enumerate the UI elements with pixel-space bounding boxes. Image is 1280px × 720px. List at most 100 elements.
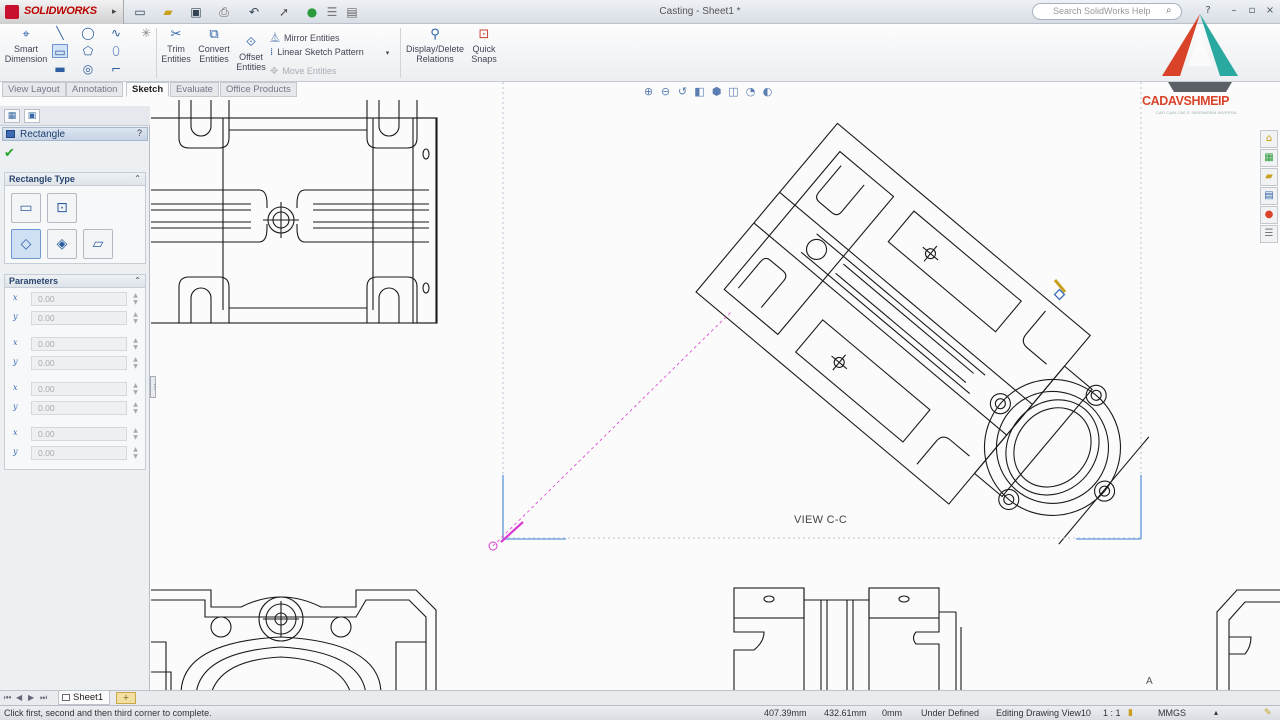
brand-tagline: CAD CAM CAE E INGENIERIA INVERSA	[1156, 110, 1237, 115]
parameter-input[interactable]: 0.00	[31, 427, 127, 441]
design-library-icon[interactable]: ▦	[1260, 149, 1278, 167]
line-icon[interactable]: ╲	[52, 26, 68, 40]
drawing-canvas[interactable]	[151, 82, 1280, 691]
parameter-input[interactable]: 0.00	[31, 292, 127, 306]
center-rectangle-button[interactable]: ⊡	[47, 193, 77, 223]
previous-view-icon[interactable]: ↺	[674, 85, 691, 98]
offset-entities-button[interactable]: ⟐ Offset Entities	[234, 36, 268, 73]
spin-arrows-icon[interactable]: ▲ ▼	[131, 292, 140, 306]
dropdown-arrow-icon[interactable]: ▾	[386, 50, 390, 57]
menu-flyout-icon[interactable]: ▸	[112, 6, 117, 17]
new-document-icon[interactable]: ▭	[132, 4, 148, 20]
spin-arrows-icon[interactable]: ▲ ▼	[131, 337, 140, 351]
text-tool-icon[interactable]: ⌐	[108, 62, 124, 76]
drawing-view-top-left	[151, 100, 438, 324]
parameter-input[interactable]: 0.00	[31, 382, 127, 396]
point-icon[interactable]: ✳	[138, 26, 154, 40]
view-palette-icon[interactable]: ▤	[1260, 187, 1278, 205]
solidworks-resources-icon[interactable]: ⌂	[1260, 130, 1278, 148]
ellipse-icon[interactable]: ⬯	[108, 44, 124, 58]
property-manager-tab-icon[interactable]: ▣	[24, 109, 40, 123]
options-icon[interactable]: ▤	[344, 4, 360, 20]
parameter-input[interactable]: 0.00	[31, 401, 127, 415]
parameter-row: x 0.00 ▲ ▼	[7, 336, 143, 352]
spline-icon[interactable]: ∿	[108, 26, 124, 40]
help-button[interactable]: ?	[137, 128, 142, 138]
quick-snaps-button[interactable]: ⊡ Quick Snaps	[468, 28, 500, 65]
spin-arrows-icon[interactable]: ▲ ▼	[131, 356, 140, 370]
apply-scene-icon[interactable]: ◐	[759, 85, 776, 98]
close-icon[interactable]: ×	[1262, 4, 1278, 18]
view-orientation-icon[interactable]: ⬢	[708, 85, 725, 98]
display-style-icon[interactable]: ◫	[725, 85, 742, 98]
mirror-entities-button[interactable]: ⏅ Mirror Entities	[270, 29, 340, 44]
rebuild-status-icon[interactable]: ▮	[1128, 706, 1133, 720]
task-pane: ⌂ ▦ ▰ ▤ ● ☰	[1260, 130, 1280, 244]
rebuild-icon[interactable]: ●	[304, 4, 320, 20]
convert-entities-button[interactable]: ⧉ Convert Entities	[196, 28, 232, 65]
spin-arrows-icon[interactable]: ▲ ▼	[131, 446, 140, 460]
three-point-center-rectangle-button[interactable]: ◈	[47, 229, 77, 259]
spin-arrows-icon[interactable]: ▲ ▼	[131, 427, 140, 441]
parameter-input[interactable]: 0.00	[31, 356, 127, 370]
slot-icon[interactable]: ▬	[52, 62, 68, 76]
smart-dimension-button[interactable]: ⌖ Smart Dimension	[4, 28, 48, 65]
spin-arrows-icon[interactable]: ▲ ▼	[131, 311, 140, 325]
collapse-icon[interactable]: ⌃	[134, 173, 141, 185]
rectangle-type-label: Rectangle Type	[9, 174, 75, 184]
drawing-view-section-c-c	[695, 122, 1150, 545]
collapse-icon[interactable]: ⌃	[134, 275, 141, 287]
status-units[interactable]: MMGS	[1158, 706, 1186, 720]
file-properties-icon[interactable]: ☰	[324, 4, 340, 20]
fillet-icon[interactable]: ◎	[80, 62, 96, 76]
parameter-input[interactable]: 0.00	[31, 446, 127, 460]
rectangle-icon[interactable]: ▭	[52, 44, 68, 59]
customize-status-icon[interactable]: ✎	[1264, 706, 1272, 720]
polygon-icon[interactable]: ⬠	[80, 44, 96, 58]
display-delete-relations-button[interactable]: ⚲ Display/Delete Relations	[404, 28, 466, 65]
feature-manager-tab-icon[interactable]: ▦	[4, 109, 20, 123]
units-menu-icon[interactable]: ▴	[1214, 706, 1218, 720]
file-explorer-icon[interactable]: ▰	[1260, 168, 1278, 186]
tab-view-layout[interactable]: View Layout	[2, 82, 66, 97]
zoom-to-fit-icon[interactable]: ⊕	[640, 85, 657, 98]
section-view-icon[interactable]: ◧	[691, 85, 708, 98]
circle-icon[interactable]: ◯	[80, 26, 96, 40]
parameter-axis-label: x	[13, 338, 18, 347]
rectangle-type-header[interactable]: Rectangle Type ⌃	[5, 173, 145, 186]
parameter-input[interactable]: 0.00	[31, 311, 127, 325]
open-folder-icon[interactable]: ▰	[160, 4, 176, 20]
drawing-view-bottom-right	[1216, 589, 1280, 691]
select-pointer-icon[interactable]: ➚	[276, 4, 292, 20]
move-entities-button[interactable]: ✥ Move Entities	[270, 66, 336, 77]
last-sheet-icon[interactable]: ⏭	[40, 693, 47, 703]
parallelogram-button[interactable]: ▱	[83, 229, 113, 259]
ok-check-icon[interactable]: ✔	[4, 146, 15, 161]
offset-entities-label: Offset Entities	[236, 52, 266, 72]
linear-sketch-pattern-button[interactable]: ⁞ Linear Sketch Pattern ▾	[270, 47, 389, 58]
print-icon[interactable]: ⎙	[216, 4, 232, 20]
panel-splitter-handle[interactable]: ⋮	[150, 376, 158, 398]
previous-sheet-icon[interactable]: ◀	[16, 693, 22, 702]
three-point-corner-rectangle-button[interactable]: ◇	[11, 229, 41, 259]
hide-show-items-icon[interactable]: ◔	[742, 85, 759, 98]
appearances-icon[interactable]: ●	[1260, 206, 1278, 224]
undo-icon[interactable]: ↶	[246, 4, 262, 20]
next-sheet-icon[interactable]: ▶	[28, 693, 34, 702]
add-sheet-icon[interactable]: +	[116, 692, 136, 704]
first-sheet-icon[interactable]: ⏮	[4, 693, 11, 703]
parameter-input[interactable]: 0.00	[31, 337, 127, 351]
custom-properties-icon[interactable]: ☰	[1260, 225, 1278, 243]
parameter-row: x 0.00 ▲ ▼	[7, 291, 143, 307]
zoom-to-area-icon[interactable]: ⊖	[657, 85, 674, 98]
spin-arrows-icon[interactable]: ▲ ▼	[131, 382, 140, 396]
ribbon-separator	[156, 28, 157, 78]
save-icon[interactable]: ▣	[188, 4, 204, 20]
spin-arrows-icon[interactable]: ▲ ▼	[131, 401, 140, 415]
corner-rectangle-button[interactable]: ▭	[11, 193, 41, 223]
solidworks-menu-button[interactable]: SOLIDWORKS ▸	[0, 0, 124, 24]
tab-annotation[interactable]: Annotation	[66, 82, 124, 97]
parameters-header[interactable]: Parameters ⌃	[5, 275, 145, 288]
trim-entities-button[interactable]: ✂ Trim Entities	[160, 28, 192, 65]
sheet-tab-sheet1[interactable]: Sheet1	[58, 691, 111, 705]
